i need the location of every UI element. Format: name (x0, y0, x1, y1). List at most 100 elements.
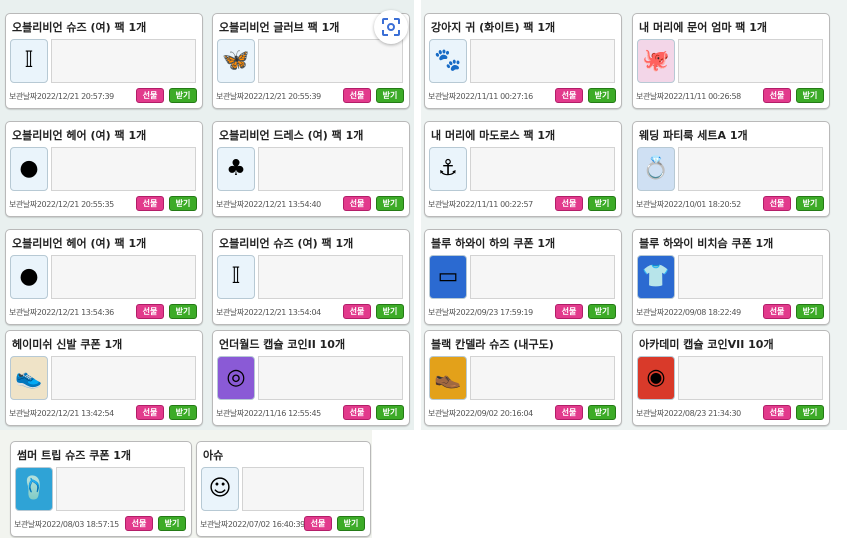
item-card: 블루 하와이 하의 쿠폰 1개 ▭ 보관날짜2022/09/23 17:59:1… (424, 229, 622, 325)
item-card: 아슈 ☺ 보관날짜2022/07/02 16:40:39 선물 받기 (196, 441, 371, 537)
item-title: 아슈 (203, 449, 224, 462)
hair-icon: ● (10, 147, 48, 191)
stored-date: 보관날짜2022/09/08 18:22:49 (636, 307, 741, 318)
hair-icon: ● (10, 255, 48, 299)
item-card: 블랙 칸델라 슈즈 (내구도) 👞 보관날짜2022/09/02 20:16:0… (424, 330, 622, 426)
stored-date: 보관날짜2022/08/23 21:34:30 (636, 408, 741, 419)
item-description-box (258, 356, 403, 400)
receive-button[interactable]: 받기 (158, 516, 186, 531)
gift-button[interactable]: 선물 (304, 516, 332, 531)
receive-button[interactable]: 받기 (588, 405, 616, 420)
gift-button[interactable]: 선물 (555, 405, 583, 420)
stored-date-value: 2022/09/08 18:22:49 (663, 308, 741, 317)
item-title: 헤이미쉬 신발 쿠폰 1개 (12, 338, 123, 351)
receive-button[interactable]: 받기 (796, 304, 824, 319)
item-description-box (678, 255, 823, 299)
character-icon: ☺ (201, 467, 239, 511)
gift-button[interactable]: 선물 (555, 304, 583, 319)
stored-date-value: 2022/12/21 13:54:04 (243, 308, 321, 317)
receive-button[interactable]: 받기 (796, 405, 824, 420)
gift-button[interactable]: 선물 (136, 405, 164, 420)
item-title: 웨딩 파티룩 세트A 1개 (639, 129, 748, 142)
item-title: 오블리비언 헤어 (여) 팩 1개 (12, 129, 147, 142)
receive-button[interactable]: 받기 (169, 304, 197, 319)
item-card: 오블리비언 슈즈 (여) 팩 1개 𝕀 보관날짜2022/12/21 20:57… (5, 13, 203, 109)
stored-date: 보관날짜2022/11/16 12:55:45 (216, 408, 321, 419)
item-title: 강아지 귀 (화이트) 팩 1개 (431, 21, 556, 34)
gift-button[interactable]: 선물 (343, 196, 371, 211)
receive-button[interactable]: 받기 (376, 88, 404, 103)
dress-icon: ♣ (217, 147, 255, 191)
item-description-box (678, 356, 823, 400)
stored-date-value: 2022/10/01 18:20:52 (663, 200, 741, 209)
gift-button[interactable]: 선물 (343, 88, 371, 103)
receive-button[interactable]: 받기 (588, 196, 616, 211)
scan-icon (382, 18, 400, 36)
screen-capture-button[interactable] (374, 10, 408, 44)
gift-button[interactable]: 선물 (136, 88, 164, 103)
receive-button[interactable]: 받기 (588, 88, 616, 103)
item-description-box (56, 467, 185, 511)
gift-button[interactable]: 선물 (343, 304, 371, 319)
item-description-box (470, 356, 615, 400)
gift-button[interactable]: 선물 (136, 196, 164, 211)
item-description-box (258, 147, 403, 191)
gold-coin-icon: ◉ (637, 356, 675, 400)
gift-button[interactable]: 선물 (555, 88, 583, 103)
stored-date-label: 보관날짜 (636, 409, 664, 418)
stored-date-label: 보관날짜 (636, 92, 664, 101)
coin-icon: ◎ (217, 356, 255, 400)
stored-date-value: 2022/11/16 12:55:45 (243, 409, 321, 418)
stored-date-label: 보관날짜 (216, 409, 244, 418)
receive-button[interactable]: 받기 (376, 304, 404, 319)
stored-date-label: 보관날짜 (9, 200, 37, 209)
item-card: 오블리비언 헤어 (여) 팩 1개 ● 보관날짜2022/12/21 13:54… (5, 229, 203, 325)
gift-button[interactable]: 선물 (136, 304, 164, 319)
receive-button[interactable]: 받기 (337, 516, 365, 531)
item-description-box (470, 39, 615, 83)
gift-button[interactable]: 선물 (763, 196, 791, 211)
boots-icon: 𝕀 (217, 255, 255, 299)
stored-date: 보관날짜2022/11/11 00:26:58 (636, 91, 741, 102)
stored-date-value: 2022/11/11 00:22:57 (455, 200, 533, 209)
receive-button[interactable]: 받기 (169, 196, 197, 211)
stored-date-label: 보관날짜 (428, 92, 456, 101)
stored-date-label: 보관날짜 (428, 200, 456, 209)
stored-date-label: 보관날짜 (216, 308, 244, 317)
item-description-box (678, 147, 823, 191)
stored-date-value: 2022/12/21 20:55:35 (36, 200, 114, 209)
receive-button[interactable]: 받기 (376, 405, 404, 420)
sandal-coupon-icon: 🩴 (15, 467, 53, 511)
receive-button[interactable]: 받기 (169, 88, 197, 103)
item-title: 내 머리에 문어 엄마 팩 1개 (639, 21, 768, 34)
gift-button[interactable]: 선물 (763, 304, 791, 319)
item-card: 강아지 귀 (화이트) 팩 1개 🐾 보관날짜2022/11/11 00:27:… (424, 13, 622, 109)
stored-date-label: 보관날짜 (428, 409, 456, 418)
stored-date-label: 보관날짜 (636, 200, 664, 209)
stored-date-value: 2022/12/21 13:54:40 (243, 200, 321, 209)
stored-date-value: 2022/12/21 13:42:54 (36, 409, 114, 418)
item-title: 오블리비언 드레스 (여) 팩 1개 (219, 129, 364, 142)
receive-button[interactable]: 받기 (376, 196, 404, 211)
gift-button[interactable]: 선물 (763, 88, 791, 103)
stored-date: 보관날짜2022/12/21 13:54:40 (216, 199, 321, 210)
gift-button[interactable]: 선물 (763, 405, 791, 420)
item-title: 썸머 트립 슈즈 쿠폰 1개 (17, 449, 132, 462)
receive-button[interactable]: 받기 (796, 196, 824, 211)
receive-button[interactable]: 받기 (796, 88, 824, 103)
item-card: 썸머 트립 슈즈 쿠폰 1개 🩴 보관날짜2022/08/03 18:57:15… (10, 441, 192, 537)
stored-date-label: 보관날짜 (216, 200, 244, 209)
gift-button[interactable]: 선물 (555, 196, 583, 211)
item-title: 언더월드 캡슐 코인II 10개 (219, 338, 346, 351)
receive-button[interactable]: 받기 (588, 304, 616, 319)
receive-button[interactable]: 받기 (169, 405, 197, 420)
stored-date-value: 2022/11/11 00:26:58 (663, 92, 741, 101)
stored-date: 보관날짜2022/12/21 20:57:39 (9, 91, 114, 102)
gift-button[interactable]: 선물 (343, 405, 371, 420)
gift-button[interactable]: 선물 (125, 516, 153, 531)
stored-date-label: 보관날짜 (9, 308, 37, 317)
item-description-box (678, 39, 823, 83)
item-title: 오블리비언 헤어 (여) 팩 1개 (12, 237, 147, 250)
item-title: 내 머리에 마도로스 팩 1개 (431, 129, 556, 142)
item-card: 언더월드 캡슐 코인II 10개 ◎ 보관날짜2022/11/16 12:55:… (212, 330, 410, 426)
